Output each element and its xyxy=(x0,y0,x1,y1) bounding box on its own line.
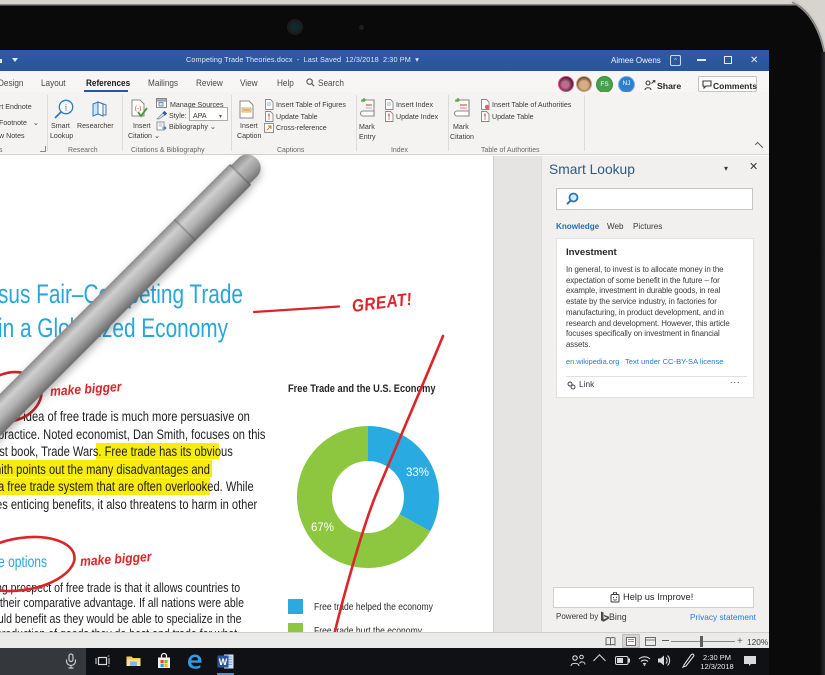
svg-text:!: ! xyxy=(388,113,391,122)
svg-text:!: ! xyxy=(484,113,487,122)
svg-text:!: ! xyxy=(268,113,271,122)
svg-text:(-): (-) xyxy=(135,105,142,112)
svg-text:W: W xyxy=(219,657,228,667)
